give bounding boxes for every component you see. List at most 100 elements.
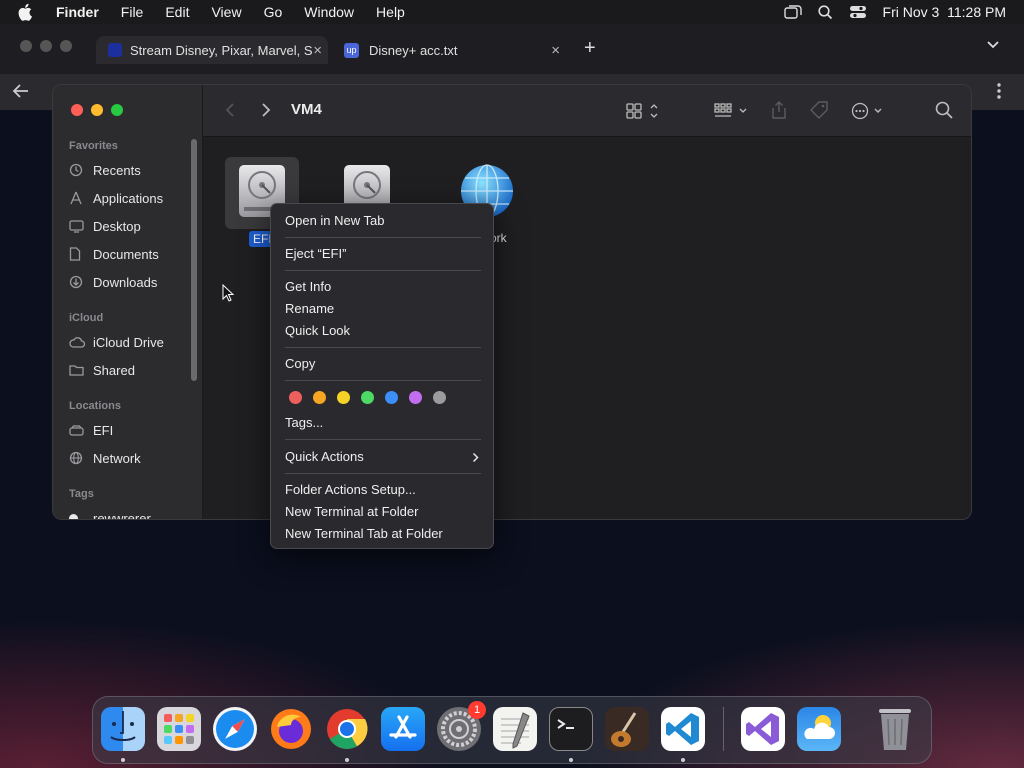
dock-divider — [723, 707, 724, 751]
tag-color-purple[interactable] — [409, 391, 422, 404]
chrome-dock-icon[interactable] — [325, 707, 369, 751]
menu-separator — [285, 347, 481, 348]
sidebar-item-icloud-drive[interactable]: iCloud Drive — [69, 331, 197, 353]
sidebar-scrollbar[interactable] — [191, 139, 197, 381]
visual-studio-dock-icon[interactable] — [741, 707, 785, 751]
sidebar-item-downloads[interactable]: Downloads — [69, 271, 197, 293]
share-icon[interactable] — [771, 100, 787, 120]
more-actions-icon[interactable] — [851, 101, 887, 121]
disney-favicon-icon — [108, 43, 122, 57]
browser-tab-file[interactable]: up Disney+ acc.txt × — [342, 36, 564, 64]
back-arrow-icon[interactable] — [12, 83, 30, 99]
icon-view-grid-icon[interactable] — [625, 101, 661, 121]
sidebar-item-shared[interactable]: Shared — [69, 359, 197, 381]
menu-view[interactable]: View — [211, 4, 241, 20]
sidebar-item-label: Network — [93, 450, 141, 466]
menu-help[interactable]: Help — [376, 4, 405, 20]
tag-color-blue[interactable] — [385, 391, 398, 404]
group-by-icon[interactable] — [713, 101, 751, 121]
finder-window: Favorites Recents Applications Desktop D… — [52, 84, 972, 520]
new-tab-button[interactable]: + — [584, 37, 596, 60]
menu-window[interactable]: Window — [304, 4, 354, 20]
menu-separator — [285, 380, 481, 381]
safari-dock-icon[interactable] — [213, 707, 257, 751]
menu-item-quick-actions[interactable]: Quick Actions — [285, 449, 364, 464]
close-window-button[interactable] — [71, 104, 83, 116]
minimize-window-button[interactable] — [91, 104, 103, 116]
sidebar-item-network[interactable]: Network — [69, 447, 197, 469]
sidebar-item-efi[interactable]: EFI — [69, 419, 197, 441]
browser-tab-disney[interactable]: Stream Disney, Pixar, Marvel, S × — [96, 36, 328, 64]
tag-color-yellow[interactable] — [337, 391, 350, 404]
sidebar-item-label: Documents — [93, 246, 159, 262]
sidebar-item-desktop[interactable]: Desktop — [69, 215, 197, 237]
menu-item-new-terminal-tab-at-folder[interactable]: New Terminal Tab at Folder — [285, 526, 443, 541]
firefox-dock-icon[interactable] — [269, 707, 313, 751]
download-icon — [69, 275, 87, 289]
running-indicator — [681, 758, 685, 762]
favorites-header: Favorites — [69, 140, 118, 152]
sidebar-item-documents[interactable]: Documents — [69, 243, 197, 265]
sidebar-item-label: EFI — [93, 422, 114, 438]
menu-item-copy[interactable]: Copy — [285, 356, 315, 371]
back-chevron-icon[interactable] — [225, 102, 235, 118]
menu-item-eject[interactable]: Eject “EFI” — [285, 246, 346, 261]
menu-go[interactable]: Go — [264, 4, 283, 20]
close-tab-icon[interactable]: × — [313, 42, 322, 59]
tag-color-green[interactable] — [361, 391, 374, 404]
app-store-dock-icon[interactable] — [381, 707, 425, 751]
spotlight-search-icon[interactable] — [817, 4, 833, 20]
menu-item-open-in-new-tab[interactable]: Open in New Tab — [285, 213, 385, 228]
close-tab-icon[interactable]: × — [551, 42, 560, 59]
vscode-dock-icon[interactable] — [661, 707, 705, 751]
sidebar-item-label: rewwrerer — [93, 510, 151, 520]
icloud-header: iCloud — [69, 312, 104, 324]
menu-edit[interactable]: Edit — [165, 4, 189, 20]
browser-tab-strip: Stream Disney, Pixar, Marvel, S × up Dis… — [0, 24, 1024, 74]
trash-dock-icon[interactable] — [875, 705, 915, 753]
launchpad-dock-icon[interactable] — [157, 707, 201, 751]
instruments-dock-icon[interactable] — [605, 707, 649, 751]
window-switch-icon[interactable] — [783, 5, 802, 19]
tag-color-red[interactable] — [289, 391, 302, 404]
menu-item-quick-look[interactable]: Quick Look — [285, 323, 350, 338]
browser-minimize-dot[interactable] — [40, 40, 52, 52]
sidebar-item-tag[interactable]: rewwrerer — [69, 507, 197, 520]
tab-list-chevron-icon[interactable] — [986, 40, 1000, 50]
finder-dock-icon[interactable] — [101, 707, 145, 751]
sidebar-item-applications[interactable]: Applications — [69, 187, 197, 209]
menu-item-rename[interactable]: Rename — [285, 301, 334, 316]
tab-title: Disney+ acc.txt — [369, 42, 458, 58]
terminal-dock-icon[interactable] — [549, 707, 593, 751]
browser-close-dot[interactable] — [20, 40, 32, 52]
menu-finder[interactable]: Finder — [56, 4, 99, 20]
menu-item-new-terminal-at-folder[interactable]: New Terminal at Folder — [285, 504, 418, 519]
tag-color-gray[interactable] — [433, 391, 446, 404]
notification-badge: 1 — [468, 701, 486, 719]
control-center-icon[interactable] — [849, 5, 867, 19]
tag-color-orange[interactable] — [313, 391, 326, 404]
apple-menu-icon[interactable] — [18, 3, 34, 21]
browser-zoom-dot[interactable] — [60, 40, 72, 52]
menu-separator — [285, 237, 481, 238]
clock-icon — [69, 163, 87, 177]
search-icon[interactable] — [935, 101, 953, 119]
tag-icon[interactable] — [809, 100, 829, 120]
forward-chevron-icon[interactable] — [261, 102, 271, 118]
menu-item-get-info[interactable]: Get Info — [285, 279, 331, 294]
browser-menu-icon[interactable] — [996, 82, 1002, 100]
menu-item-folder-actions-setup[interactable]: Folder Actions Setup... — [285, 482, 416, 497]
finder-window-title: VM4 — [291, 101, 322, 118]
finder-toolbar: VM4 — [203, 85, 971, 137]
zoom-window-button[interactable] — [111, 104, 123, 116]
sidebar-item-label: Applications — [93, 190, 164, 206]
disk-icon — [69, 424, 87, 436]
sidebar-item-label: Downloads — [93, 274, 158, 290]
sidebar-item-recents[interactable]: Recents — [69, 159, 197, 181]
menu-file[interactable]: File — [121, 4, 144, 20]
menu-clock[interactable]: Fri Nov 3 11:28 PM — [883, 4, 1006, 20]
menu-item-tags[interactable]: Tags... — [285, 415, 323, 430]
globe-icon — [69, 451, 87, 465]
weather-dock-icon[interactable] — [797, 707, 841, 751]
textedit-dock-icon[interactable] — [493, 707, 537, 751]
